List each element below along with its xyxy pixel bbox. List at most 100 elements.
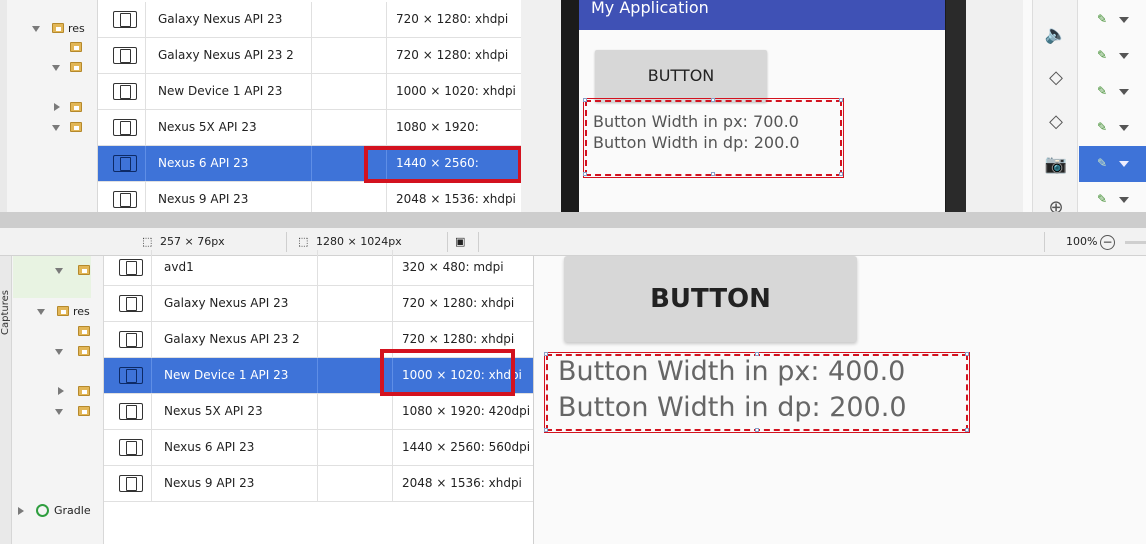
- dropdown-caret-icon[interactable]: [1119, 17, 1129, 23]
- left-tool-strip: [0, 0, 7, 212]
- zoom-slider[interactable]: [1125, 241, 1146, 244]
- folder-icon: [70, 102, 82, 112]
- device-type-cell: [98, 74, 146, 109]
- preview-bottom: BUTTON Button Width in px: 400.0 Button …: [533, 256, 1146, 544]
- emulator-toolbar: 🔈 ◇ ◇ 📷 ⊕: [1032, 0, 1079, 218]
- resize-handle[interactable]: [544, 352, 548, 356]
- device-phone-icon: [119, 367, 143, 384]
- tree-res-label[interactable]: res: [68, 22, 85, 35]
- device-row[interactable]: Nexus 9 API 23 2048 × 1536: xhdpi: [104, 466, 533, 502]
- width-dp-label-top: Button Width in dp: 200.0: [593, 133, 800, 152]
- zoom-out-icon[interactable]: −: [1100, 235, 1115, 250]
- device-api-cell: [312, 2, 387, 37]
- expand-arrow-icon[interactable]: [32, 26, 40, 32]
- device-action-row: ✎: [1079, 146, 1146, 182]
- res-folder-icon: [52, 23, 64, 33]
- edit-pencil-icon[interactable]: ✎: [1097, 49, 1110, 62]
- res-folder-icon: [57, 306, 69, 316]
- folder-icon: [70, 122, 82, 132]
- folder-icon: [78, 265, 90, 275]
- device-row[interactable]: Galaxy Nexus API 23 720 × 1280: xhdpi: [98, 2, 521, 38]
- resize-handle[interactable]: [965, 428, 969, 432]
- resolution-highlight-top: [364, 146, 522, 183]
- rotate-right-icon[interactable]: ◇: [1033, 108, 1079, 136]
- expand-arrow-icon[interactable]: [55, 409, 63, 415]
- tree-gradle-label[interactable]: Gradle: [54, 504, 91, 517]
- device-api-cell: [312, 110, 387, 145]
- preview-button-bottom[interactable]: BUTTON: [564, 256, 857, 342]
- collapsed-arrow-icon[interactable]: [54, 103, 60, 111]
- app-bar: My Application: [579, 0, 945, 30]
- status-separator: [1044, 232, 1045, 252]
- device-resolution: 720 × 1280: xhdpi: [402, 296, 515, 310]
- device-type-cell: [104, 286, 152, 321]
- device-row[interactable]: Galaxy Nexus API 23 2 720 × 1280: xhdpi: [98, 38, 521, 74]
- device-action-row: ✎: [1079, 110, 1146, 146]
- device-name: Nexus 5X API 23: [146, 110, 312, 145]
- device-api-cell: [318, 286, 393, 321]
- dropdown-caret-icon[interactable]: [1119, 53, 1129, 59]
- edit-pencil-icon[interactable]: ✎: [1097, 157, 1110, 170]
- edit-pencil-icon[interactable]: ✎: [1097, 121, 1110, 134]
- status-separator: [286, 232, 287, 252]
- edit-pencil-icon[interactable]: ✎: [1097, 13, 1110, 26]
- expand-arrow-icon[interactable]: [52, 65, 60, 71]
- device-type-cell: [98, 38, 146, 73]
- volume-icon[interactable]: 🔈: [1033, 21, 1079, 49]
- dropdown-caret-icon[interactable]: [1119, 89, 1129, 95]
- device-row[interactable]: New Device 1 API 23 1000 × 1020: xhdpi: [98, 74, 521, 110]
- device-resolution: 1000 × 1020: xhdpi: [396, 84, 516, 98]
- expand-arrow-icon[interactable]: [37, 309, 45, 315]
- device-row[interactable]: Nexus 6 API 23 1440 × 2560: 560dpi: [104, 430, 533, 466]
- collapsed-arrow-icon[interactable]: [58, 387, 64, 395]
- device-row[interactable]: avd1 320 × 480: mdpi: [104, 250, 533, 286]
- resize-handle[interactable]: [711, 172, 715, 176]
- device-type-cell: [104, 394, 152, 429]
- device-name: Galaxy Nexus API 23: [152, 286, 318, 321]
- device-phone-icon: [113, 155, 137, 172]
- device-phone-icon: [113, 83, 137, 100]
- device-row[interactable]: Nexus 5X API 23 1080 × 1920: 420dpi: [104, 394, 533, 430]
- expand-arrow-icon[interactable]: [55, 268, 63, 274]
- resize-handle[interactable]: [711, 98, 715, 102]
- preview-button-top[interactable]: BUTTON: [595, 50, 767, 102]
- tree-res-label[interactable]: res: [73, 305, 90, 318]
- resize-handle[interactable]: [583, 172, 587, 176]
- edit-pencil-icon[interactable]: ✎: [1097, 193, 1110, 206]
- device-type-cell: [104, 430, 152, 465]
- dropdown-caret-icon[interactable]: [1119, 197, 1129, 203]
- resize-handle[interactable]: [965, 352, 969, 356]
- device-row[interactable]: Nexus 5X API 23 1080 × 1920: 420dpi: [98, 110, 521, 169]
- device-type-cell: [104, 466, 152, 501]
- preview-top: My Application BUTTON Button Width in px…: [521, 0, 1023, 212]
- resize-handle[interactable]: [839, 98, 843, 102]
- device-type-cell: [98, 2, 146, 37]
- device-action-row: ✎: [1079, 74, 1146, 110]
- device-type-cell: [104, 250, 152, 285]
- device-name: Nexus 9 API 23: [152, 466, 318, 501]
- device-api-cell: [318, 250, 393, 285]
- folder-icon: [70, 42, 82, 52]
- expand-arrow-icon[interactable]: [55, 349, 63, 355]
- folder-icon: [78, 386, 90, 396]
- device-resolution: 720 × 1280: xhdpi: [396, 12, 509, 26]
- width-dp-label-bottom: Button Width in dp: 200.0: [558, 392, 907, 423]
- folder-icon: [70, 62, 82, 72]
- resize-handle[interactable]: [544, 428, 548, 432]
- collapsed-arrow-icon[interactable]: [18, 507, 24, 515]
- app-title: My Application: [591, 0, 709, 17]
- rotate-left-icon[interactable]: ◇: [1033, 64, 1079, 92]
- camera-icon[interactable]: 📷: [1033, 151, 1079, 179]
- device-phone-icon: [119, 259, 143, 276]
- expand-arrow-icon[interactable]: [52, 125, 60, 131]
- resize-handle[interactable]: [583, 98, 587, 102]
- resize-handle[interactable]: [755, 428, 759, 432]
- device-phone-icon: [119, 295, 143, 312]
- device-phone-icon: [119, 403, 143, 420]
- captures-tab[interactable]: Captures: [0, 290, 11, 335]
- edit-pencil-icon[interactable]: ✎: [1097, 85, 1110, 98]
- dropdown-caret-icon[interactable]: [1119, 161, 1129, 167]
- resize-handle[interactable]: [839, 172, 843, 176]
- dropdown-caret-icon[interactable]: [1119, 125, 1129, 131]
- device-row[interactable]: Galaxy Nexus API 23 720 × 1280: xhdpi: [104, 286, 533, 322]
